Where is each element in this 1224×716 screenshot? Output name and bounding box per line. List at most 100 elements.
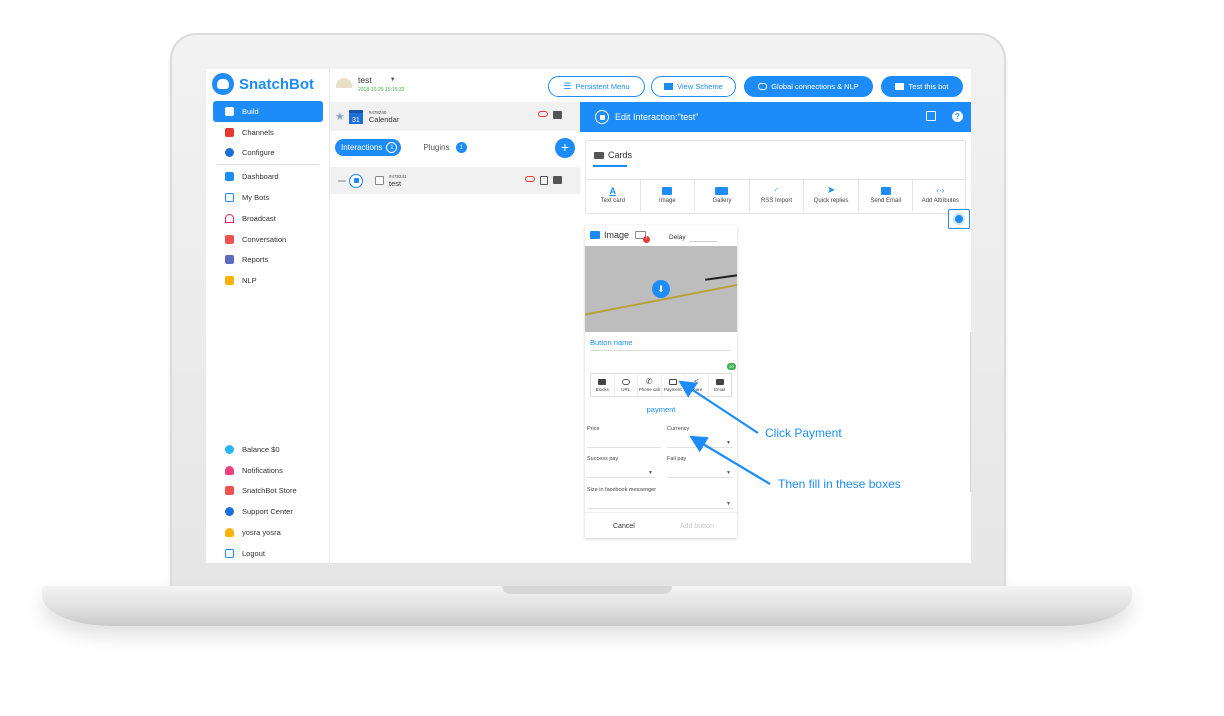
sidebar-item-channels[interactable]: Channels bbox=[213, 122, 323, 143]
download-icon[interactable]: ⬇ bbox=[652, 280, 670, 298]
maximize-icon[interactable] bbox=[926, 111, 936, 121]
sidebar-item-logout[interactable]: Logout bbox=[213, 543, 323, 563]
sidebar-item-label: yosra yosra bbox=[242, 528, 281, 538]
sidebar-bottom-nav: Balance $0 Notifications SnatchBot Store… bbox=[213, 439, 323, 563]
conversation-icon bbox=[225, 234, 234, 244]
price-label: Price bbox=[587, 426, 600, 432]
sidebar-item-label: Build bbox=[242, 106, 259, 116]
link-icon bbox=[621, 378, 630, 385]
success-pay-select[interactable]: Success pay ▼ bbox=[587, 456, 655, 478]
button-type-share[interactable]: < Share bbox=[685, 374, 709, 396]
card-type-email[interactable]: Send Email bbox=[859, 180, 914, 211]
link-icon[interactable] bbox=[525, 176, 535, 182]
button-type-label: Payment bbox=[663, 386, 682, 392]
language-button[interactable] bbox=[948, 209, 970, 229]
comment-icon[interactable] bbox=[553, 111, 562, 119]
code-icon: ‹·› bbox=[936, 186, 945, 195]
sidebar-item-dashboard[interactable]: Dashboard bbox=[213, 166, 323, 187]
copy-icon[interactable] bbox=[540, 176, 548, 185]
sidebar-item-configure[interactable]: Configure bbox=[213, 143, 323, 164]
sidebar-item-user[interactable]: yosra yosra bbox=[213, 522, 323, 543]
card-type-gallery[interactable]: Gallery bbox=[695, 180, 750, 211]
tab-plugins[interactable]: Plugins 1 bbox=[423, 142, 467, 153]
card-type-attributes[interactable]: ‹·› Add Attributes bbox=[913, 180, 967, 211]
sidebar-item-nlp[interactable]: NLP bbox=[213, 270, 323, 291]
sidebar-item-support[interactable]: Support Center bbox=[213, 501, 323, 522]
image-card: Image ! Delay ⬇ Button name 20 Blocks UR… bbox=[585, 225, 737, 538]
sidebar-item-my-bots[interactable]: My Bots bbox=[213, 187, 323, 208]
comment-icon[interactable] bbox=[553, 176, 562, 184]
interaction-checkbox[interactable] bbox=[375, 176, 384, 185]
char-counter-badge: 20 bbox=[727, 363, 736, 370]
cards-tab[interactable]: Cards bbox=[594, 150, 632, 160]
app-logo[interactable]: SnatchBot bbox=[212, 73, 314, 95]
sidebar-item-broadcast[interactable]: Broadcast bbox=[213, 208, 323, 229]
image-preview[interactable]: ⬇ bbox=[585, 246, 737, 332]
sidebar-item-label: Reports bbox=[242, 255, 269, 265]
global-connections-button[interactable]: Global connections & NLP bbox=[744, 76, 873, 97]
tab-label: Interactions bbox=[341, 143, 383, 152]
button-type-url[interactable]: URL bbox=[615, 374, 638, 396]
card-type-label: Gallery bbox=[712, 198, 732, 204]
button-name-field[interactable]: Button name bbox=[590, 338, 633, 347]
sidebar-nav: Build Channels Configure Dashboard My Bo… bbox=[213, 101, 323, 291]
button-type-email[interactable]: Email bbox=[709, 374, 732, 396]
sidebar-item-balance[interactable]: Balance $0 bbox=[213, 439, 323, 460]
test-bot-button[interactable]: Test this bot bbox=[881, 76, 963, 97]
list-item[interactable]: #478241 test bbox=[330, 167, 580, 194]
text-card-icon: A bbox=[609, 186, 617, 196]
drag-handle-icon[interactable] bbox=[338, 179, 346, 182]
tab-count: 1 bbox=[386, 142, 398, 153]
card-type-rss[interactable]: ◜ RSS Import bbox=[750, 180, 805, 211]
bot-selector[interactable]: test ▼ 2018-10-29 15:15:32 bbox=[336, 75, 404, 93]
link-icon bbox=[758, 83, 768, 90]
size-select[interactable]: Size in facebook messenger ▼ bbox=[587, 487, 733, 509]
button-type-payment[interactable]: Payment bbox=[662, 374, 685, 396]
card-type-text[interactable]: A Text card bbox=[586, 180, 641, 211]
add-button[interactable]: Add button bbox=[680, 523, 714, 530]
send-icon: ➤ bbox=[826, 185, 836, 196]
currency-select[interactable]: Currency ▼ bbox=[667, 426, 733, 448]
interaction-node-icon bbox=[349, 173, 363, 188]
sidebar-divider bbox=[217, 164, 319, 166]
sidebar-item-label: Channels bbox=[242, 127, 274, 137]
tab-label: Plugins bbox=[423, 143, 450, 152]
star-icon[interactable]: ★ bbox=[335, 110, 345, 123]
sidebar-item-notifications[interactable]: Notifications bbox=[213, 460, 323, 481]
cancel-button[interactable]: Cancel bbox=[613, 523, 635, 530]
delay-input[interactable] bbox=[689, 241, 717, 242]
card-type-label: Add Attributes bbox=[921, 198, 959, 204]
sidebar-item-label: Dashboard bbox=[242, 172, 279, 182]
image-settings-icon[interactable]: ! bbox=[635, 231, 651, 243]
share-icon: < bbox=[693, 376, 699, 386]
price-field[interactable]: Price bbox=[587, 426, 661, 448]
cards-title: Cards bbox=[608, 150, 633, 160]
card-type-image[interactable]: Image bbox=[641, 180, 696, 211]
tab-interactions[interactable]: Interactions 1 bbox=[335, 139, 402, 156]
image-icon bbox=[590, 231, 600, 239]
pinned-interaction-row[interactable]: ★ 31 #478240 Calendar bbox=[330, 102, 580, 131]
button-type-label: Email bbox=[714, 386, 726, 392]
editor-header-actions: ? bbox=[926, 111, 963, 122]
bots-icon bbox=[225, 193, 234, 203]
sidebar-item-build[interactable]: Build bbox=[213, 101, 323, 122]
button-type-blocks[interactable]: Blocks bbox=[591, 374, 615, 396]
view-scheme-button[interactable]: View Scheme bbox=[651, 76, 736, 97]
sidebar-item-label: Notifications bbox=[242, 465, 283, 475]
button-type-phone[interactable]: ✆ Phone call bbox=[638, 374, 662, 396]
card-type-quick-replies[interactable]: ➤ Quick replies bbox=[804, 180, 859, 211]
currency-label: Currency bbox=[667, 426, 690, 432]
sidebar-item-store[interactable]: SnatchBot Store bbox=[213, 481, 323, 502]
link-icon[interactable] bbox=[538, 111, 548, 117]
sidebar-item-reports[interactable]: Reports bbox=[213, 250, 323, 271]
fail-pay-label: Fail pay bbox=[667, 456, 687, 462]
pinned-interaction-title: Calendar bbox=[368, 114, 400, 124]
caret-down-icon: ▼ bbox=[389, 77, 396, 83]
help-icon[interactable]: ? bbox=[952, 111, 963, 122]
phone-icon: ✆ bbox=[645, 376, 653, 386]
persistent-menu-button[interactable]: ☰ Persistent Menu bbox=[548, 76, 645, 97]
sidebar-item-conversation[interactable]: Conversation bbox=[213, 229, 323, 250]
gallery-icon bbox=[715, 187, 729, 195]
add-interaction-button[interactable]: + bbox=[555, 138, 575, 158]
fail-pay-select[interactable]: Fail pay ▼ bbox=[667, 456, 733, 478]
